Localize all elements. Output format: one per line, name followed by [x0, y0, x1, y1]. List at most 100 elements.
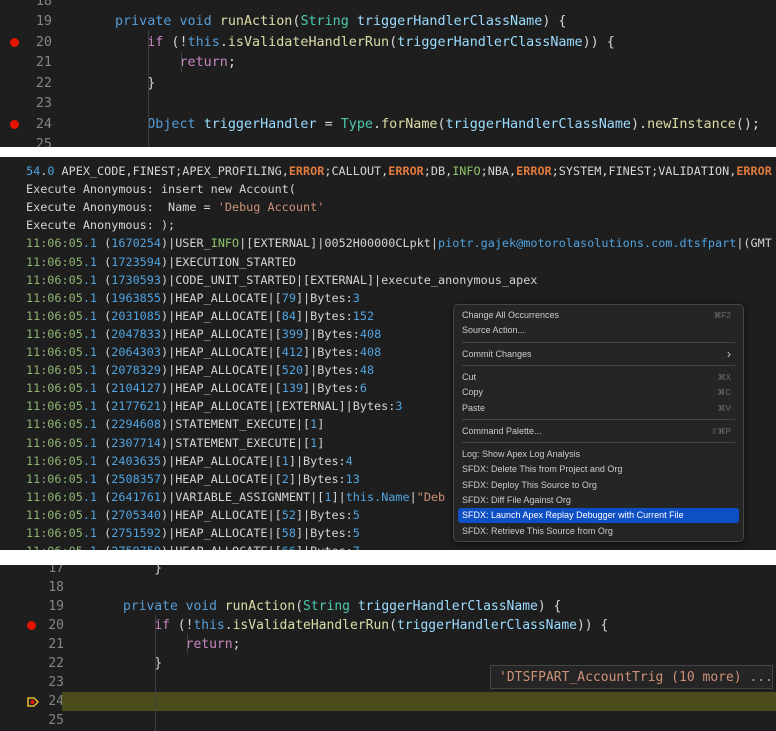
log-token: |HEAP_ALLOCATE|[	[168, 471, 282, 486]
code-token: (	[97, 471, 112, 486]
code-token: .1	[82, 272, 98, 287]
menu-item[interactable]: SFDX: Deploy This Source to Org	[458, 478, 739, 493]
code-token: (	[97, 345, 112, 359]
log-token: "Deb	[416, 489, 446, 504]
code-token: .1	[82, 435, 98, 450]
code-line[interactable]: 17 }	[0, 565, 776, 578]
menu-item[interactable]: Command Palette... ⇧⌘P	[458, 424, 739, 439]
code-line[interactable]: 22 }	[0, 74, 776, 95]
code-line[interactable]: 19 private void runAction(String triggerH…	[0, 597, 776, 616]
code-token: triggerHandlerClassName	[356, 14, 543, 29]
menu-item[interactable]: Cut ⌘X	[458, 370, 739, 385]
editor-panel-top: 25 24 Object triggerHandler = Type.forNam…	[0, 0, 776, 147]
log-token: ]|Bytes:	[295, 290, 353, 305]
code-line[interactable]: 23	[0, 94, 776, 115]
log-timestamp: 11:06:05	[26, 417, 83, 432]
code-token: .1	[82, 489, 98, 504]
code-text: if (!this.isValidateHandlerRun(triggerHa…	[123, 616, 608, 635]
log-token: |HEAP_ALLOCATE|[	[168, 381, 282, 396]
code-token: void	[179, 14, 212, 29]
log-token: Execute Anonymous: );	[26, 218, 176, 233]
code-line[interactable]: 18	[0, 578, 776, 597]
breakpoint-icon[interactable]	[27, 621, 36, 630]
code-line[interactable]: 20 if (!this.isValidateHandlerRun(trigge…	[0, 616, 776, 635]
log-line[interactable]: Execute Anonymous: insert new Account(	[26, 180, 776, 198]
menu-item[interactable]: Change All Occurrences ⌘F2	[458, 308, 739, 323]
code-token: (	[97, 526, 112, 540]
code-token: ) {	[542, 14, 567, 29]
code-token: .1	[82, 254, 98, 269]
code-text: }	[115, 74, 155, 95]
log-timestamp: 11:06:05	[26, 507, 83, 522]
code-line[interactable]: 21 return;	[0, 53, 776, 74]
log-nanoseconds: 2294608	[111, 417, 161, 432]
log-token: 408	[359, 326, 382, 341]
menu-item[interactable]: SFDX: Delete This from Project and Org	[458, 462, 739, 477]
log-timestamp: 11:06:05	[26, 254, 83, 269]
log-timestamp: 11:06:05	[26, 381, 83, 396]
log-line[interactable]: 11:06:05.1 (1670254)|USER_INFO|[EXTERNAL…	[26, 234, 776, 252]
code-token: .1	[83, 544, 97, 550]
code-token: ;	[232, 637, 241, 652]
log-token: |HEAP_ALLOCATE|[	[168, 326, 282, 341]
code-line[interactable]: 24 Object triggerHandler = Type.forName(…	[0, 115, 776, 136]
menu-shortcut: ⌘C	[717, 388, 731, 398]
code-line[interactable]: 25	[0, 711, 776, 730]
menu-item[interactable]: SFDX: Diff File Against Org	[458, 493, 739, 508]
code-token: (	[97, 453, 112, 468]
code-line[interactable]: 20 if (!this.isValidateHandlerRun(trigge…	[0, 33, 776, 54]
menu-separator	[462, 341, 735, 343]
log-token: ]|Bytes:	[303, 363, 360, 378]
log-line[interactable]: Execute Anonymous: Name = 'Debug Account…	[26, 198, 776, 216]
log-token: 152	[352, 308, 375, 323]
menu-item[interactable]: Paste ⌘V	[458, 401, 739, 416]
line-number: 22	[48, 656, 64, 671]
log-token: 7	[353, 544, 360, 550]
log-nanoseconds: 2177621	[111, 399, 161, 414]
breakpoint-icon[interactable]	[10, 120, 19, 130]
code-token: return	[185, 637, 233, 652]
code-token: this	[187, 34, 220, 50]
log-nanoseconds: 2104127	[111, 381, 161, 396]
log-line[interactable]: 54.0 APEX_CODE,FINEST;APEX_PROFILING,ERR…	[26, 162, 776, 180]
code-token: runAction	[219, 14, 293, 29]
code-line[interactable]: 18	[0, 0, 776, 12]
menu-item[interactable]: Source Action...	[458, 323, 739, 338]
code-token: .1	[82, 345, 98, 359]
log-timestamp: 11:06:05	[26, 345, 83, 359]
menu-item[interactable]: Commit Changes ›	[458, 347, 739, 362]
code-token: .1	[82, 290, 98, 305]
menu-item[interactable]: Log: Show Apex Log Analysis	[458, 447, 739, 462]
log-token: 'Debug Account'	[217, 200, 325, 215]
log-line[interactable]: 11:06:05.1 (1723594)|EXECUTION_STARTED	[26, 253, 776, 271]
code-token: Object	[147, 116, 196, 132]
code-token: (!	[163, 34, 188, 50]
menu-item[interactable]: SFDX: Retrieve This Source from Org	[458, 524, 739, 539]
log-nanoseconds: 2759759	[111, 544, 161, 550]
menu-item[interactable]: Copy ⌘C	[458, 385, 739, 400]
code-token: .1	[82, 417, 98, 432]
code-line[interactable]: 25	[0, 135, 776, 147]
log-line[interactable]: 11:06:05.1 (2759759)|HEAP_ALLOCATE|[66]|…	[26, 542, 776, 550]
line-number: 23	[35, 96, 52, 111]
breakpoint-icon[interactable]	[10, 38, 19, 48]
code-line[interactable]: 21 return;	[0, 635, 776, 654]
code-token: .1	[82, 363, 98, 378]
code-line[interactable]: 19 private void runAction(String triggerH…	[0, 12, 776, 33]
log-token: 79	[281, 290, 296, 305]
menu-item[interactable]: SFDX: Launch Apex Replay Debugger with C…	[458, 508, 739, 524]
log-timestamp: 11:06:05	[26, 453, 83, 468]
debug-current-line-icon	[27, 697, 39, 707]
log-line[interactable]: 11:06:05.1 (1730593)|CODE_UNIT_STARTED|[…	[26, 271, 776, 289]
editor-panel-bottom: 2524 Object triggerHandler = Type.forNam…	[0, 565, 776, 731]
log-line[interactable]: Execute Anonymous: );	[26, 216, 776, 234]
code-token: .1	[82, 381, 98, 396]
code-token: String	[300, 14, 349, 29]
code-token: (	[295, 599, 304, 614]
log-token: 58	[281, 526, 296, 540]
code-token: private	[115, 14, 172, 29]
